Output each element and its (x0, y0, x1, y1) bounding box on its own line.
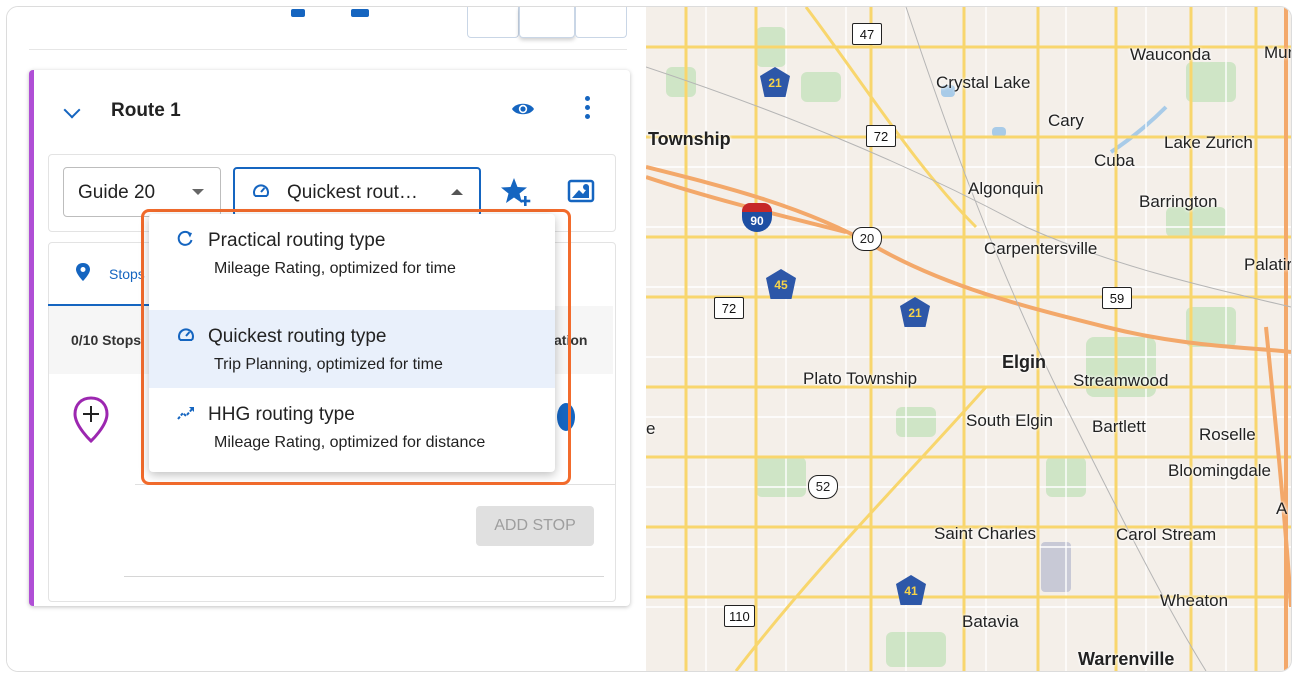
tab-stops-label: Stops (109, 266, 145, 282)
route-shield: 52 (808, 475, 838, 499)
map-view[interactable]: 47 21 72 90 20 45 72 21 59 52 41 110 Wau… (646, 7, 1291, 671)
map-place-label: Warrenville (1078, 649, 1175, 669)
toolbar-icon[interactable] (351, 9, 369, 17)
hhg-trend-icon (177, 407, 194, 420)
map-place-label: Batavia (962, 612, 1019, 631)
map-place-label: e (646, 419, 656, 438)
interstate-number: 90 (742, 212, 772, 232)
map-place-label: Wauconda (1130, 45, 1211, 64)
map-place-label: South Elgin (966, 411, 1053, 430)
map-place-label: Roselle (1199, 425, 1256, 444)
routing-select-value: Quickest rout… (287, 182, 418, 203)
visibility-eye-icon[interactable] (511, 101, 535, 117)
interstate-shield: 90 (742, 203, 772, 233)
guide-select-value: Guide 20 (78, 182, 156, 203)
tab-stops[interactable]: Stops (48, 242, 152, 306)
map-place-label: Carpentersville (984, 239, 1098, 258)
route-shield: 72 (866, 125, 896, 147)
map-place-label: Algonquin (968, 179, 1044, 198)
map-place-label: Lake Zurich (1164, 133, 1253, 152)
practical-route-icon (177, 230, 193, 246)
map-place-label: Streamwood (1073, 371, 1169, 390)
toolbar-button[interactable] (467, 7, 519, 38)
route-shield: 47 (852, 23, 882, 45)
route-shield: 59 (1102, 287, 1132, 309)
map-place-label: Township (648, 129, 731, 149)
map-place-label: Barrington (1139, 192, 1218, 211)
toolbar-button[interactable] (519, 7, 575, 38)
map-place-label: Saint Charles (934, 524, 1037, 543)
menu-item-subtitle: Mileage Rating, optimized for time (214, 260, 456, 277)
map-place-label: Crystal Lake (936, 73, 1031, 92)
route-panel: Route 1 Guide 20 Quickest rout… Stops 0/… (7, 7, 645, 671)
menu-item-title: Quickest routing type (208, 326, 387, 347)
top-toolbar (29, 7, 627, 50)
add-stop-button[interactable]: ADD STOP (476, 506, 594, 546)
divider (124, 576, 604, 577)
routing-type-menu: Practical routing type Mileage Rating, o… (149, 214, 555, 472)
map-place-label: Elgin (1002, 352, 1046, 372)
dropdown-arrow-up-icon (451, 189, 463, 195)
location-pin-icon (76, 263, 90, 281)
dropdown-arrow-icon (192, 189, 204, 195)
map-place-label: Palatir (1244, 255, 1291, 274)
menu-item-subtitle: Trip Planning, optimized for time (214, 356, 443, 373)
menu-item-title: Practical routing type (208, 230, 386, 251)
map-place-label: Wheaton (1160, 591, 1229, 610)
menu-item-quickest[interactable]: Quickest routing type Trip Planning, opt… (149, 310, 555, 388)
menu-item-practical[interactable]: Practical routing type Mileage Rating, o… (149, 214, 555, 292)
menu-item-hhg[interactable]: HHG routing type Mileage Rating, optimiz… (149, 388, 555, 466)
menu-item-title: HHG routing type (208, 404, 355, 425)
add-stop-pin-icon[interactable] (72, 396, 110, 444)
map-view-icon[interactable] (567, 177, 595, 205)
map-place-label: Mun (1264, 43, 1291, 62)
quickest-gauge-icon (178, 328, 194, 341)
route-title: Route 1 (111, 100, 181, 121)
route-shield: 20 (852, 227, 882, 251)
map-place-label: Cary (1048, 111, 1084, 130)
gauge-icon (253, 184, 269, 197)
map-place-label: Bloomingdale (1168, 461, 1272, 480)
map-roads (646, 7, 1291, 671)
menu-item-subtitle: Mileage Rating, optimized for distance (214, 434, 486, 451)
map-place-label: Cuba (1094, 151, 1135, 170)
collapse-chevron-icon[interactable] (63, 101, 81, 119)
stops-count: 0/10 Stops (71, 332, 142, 348)
route-shield: 72 (714, 297, 744, 319)
map-place-label: Carol Stream (1116, 525, 1217, 544)
toolbar-button[interactable] (575, 7, 627, 38)
app-frame: Route 1 Guide 20 Quickest rout… Stops 0/… (6, 6, 1292, 672)
map-place-label: Bartlett (1092, 417, 1146, 436)
route-shield: 110 (724, 605, 755, 627)
map-place-label: Plato Township (803, 369, 918, 388)
map-place-label: A (1276, 499, 1288, 518)
more-options-icon[interactable] (585, 96, 591, 122)
add-favorite-star-icon[interactable] (500, 176, 532, 208)
toolbar-icon[interactable] (291, 9, 305, 17)
